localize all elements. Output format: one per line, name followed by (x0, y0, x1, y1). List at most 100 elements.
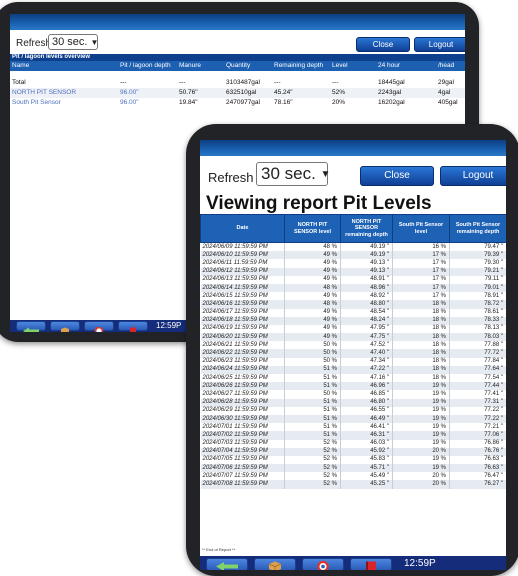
apps-button[interactable] (254, 558, 296, 570)
report-date: 2024/06/15 11:59:59 PM (200, 292, 285, 301)
column-header[interactable]: 24 hour (378, 61, 400, 71)
report-date: 2024/06/18 11:59:59 PM (200, 316, 285, 325)
remaining-depth: --- (274, 79, 281, 86)
column-header[interactable]: NORTH PIT SENSOR level (284, 214, 341, 243)
south-pit-remaining-depth: 76.27 " (449, 480, 506, 489)
table-row: 2024/06/18 11:59:59 PM 49 % 48.24 " 18 % 78.… (200, 316, 506, 325)
per-head: 405gal (438, 99, 458, 106)
table-row: 2024/06/11 11:59:59 PM 49 % 49.13 " 17 % 79.… (200, 259, 506, 268)
south-pit-remaining-depth: 77.64 " (449, 365, 506, 374)
logout-button[interactable]: Logout (414, 37, 465, 52)
table-row: 2024/06/14 11:59:59 PM 48 % 48.96 " 17 % 79.… (200, 283, 506, 293)
back-button[interactable] (16, 321, 46, 332)
pit-depth: --- (120, 79, 127, 86)
back-arrow-icon (23, 327, 39, 332)
table-row: 2024/06/20 11:59:59 PM 49 % 47.75 " 18 % 78.… (200, 333, 506, 342)
table-row: 2024/07/01 11:59:59 PM 51 % 46.41 " 19 % 77.… (200, 423, 506, 432)
south-pit-level: 19 % (392, 423, 450, 432)
north-pit-remaining-depth: 45.49 " (340, 472, 393, 481)
column-header[interactable]: Level (332, 61, 348, 71)
north-pit-level: 49 % (284, 316, 341, 325)
report-date: 2024/06/16 11:59:59 PM (200, 300, 285, 309)
report-date: 2024/06/12 11:59:59 PM (200, 267, 285, 276)
report-date: 2024/06/28 11:59:59 PM (200, 398, 285, 407)
north-pit-remaining-depth: 48.80 " (340, 300, 393, 309)
south-pit-level: 19 % (392, 464, 450, 473)
north-pit-level: 51 % (284, 365, 341, 374)
table-row: 2024/06/09 11:59:59 PM 48 % 49.19 " 16 % 79.… (200, 242, 506, 252)
north-pit-level: 51 % (284, 406, 341, 415)
remaining-depth: 78.16" (274, 99, 293, 106)
per-head: 4gal (438, 89, 451, 96)
column-header[interactable]: Date (200, 214, 285, 243)
report-date: 2024/06/24 11:59:59 PM (200, 365, 285, 374)
refresh-interval-select[interactable]: 30 sec. ▼ (48, 34, 98, 50)
report-date: 2024/06/23 11:59:59 PM (200, 357, 285, 366)
south-pit-level: 19 % (392, 414, 450, 424)
column-header[interactable]: South Pit Sensor level (392, 214, 450, 243)
north-pit-remaining-depth: 45.92 " (340, 447, 393, 456)
north-pit-level: 52 % (284, 480, 341, 489)
help-button[interactable] (84, 321, 114, 332)
back-button[interactable] (206, 558, 248, 570)
last-24-hour: 2243gal (378, 89, 402, 96)
report-date: 2024/06/21 11:59:59 PM (200, 341, 285, 350)
level: 52% (332, 89, 346, 96)
table-row: 2024/07/07 11:59:59 PM 52 % 45.49 " 20 % 76.… (200, 472, 506, 481)
logout-button[interactable]: Logout (440, 166, 506, 186)
book-icon (130, 327, 136, 332)
south-pit-remaining-depth: 77.44 " (449, 382, 506, 391)
sensor-link[interactable]: NORTH PIT SENSOR (12, 88, 76, 98)
south-pit-level: 17 % (392, 259, 450, 268)
report-date: 2024/07/07 11:59:59 PM (200, 472, 285, 481)
column-header[interactable]: /head (438, 61, 454, 71)
section-title: Pit / lagoon levels overview (10, 54, 465, 61)
apps-button[interactable] (50, 321, 80, 332)
manual-button[interactable] (118, 321, 148, 332)
south-pit-remaining-depth: 77.84 " (449, 357, 506, 366)
north-pit-level: 49 % (284, 259, 341, 268)
north-pit-remaining-depth: 47.34 " (340, 357, 393, 366)
south-pit-remaining-depth: 77.06 " (449, 431, 506, 440)
column-header[interactable]: South Pit Sensor remaining depth (449, 214, 506, 243)
pit-depth: 96.00" (120, 99, 139, 106)
table-row: 2024/06/25 11:59:59 PM 51 % 47.16 " 18 % 77.… (200, 374, 506, 383)
column-header[interactable]: Pit / lagoon depth (120, 61, 171, 71)
north-pit-remaining-depth: 49.19 " (340, 251, 393, 260)
column-header[interactable]: Remaining depth (274, 61, 323, 71)
quantity: 632510gal (226, 89, 257, 96)
south-pit-level: 16 % (392, 242, 450, 252)
south-pit-remaining-depth: 79.39 " (449, 251, 506, 260)
sensor-link[interactable]: South Pit Sensor (12, 98, 61, 108)
column-header[interactable]: Name (12, 61, 29, 71)
lifebuoy-icon (94, 326, 104, 332)
taskbar: 12:59P (200, 556, 506, 570)
report-date: 2024/06/09 11:59:59 PM (200, 242, 285, 252)
last-24-hour: 16202gal (378, 99, 405, 106)
refresh-interval-select[interactable]: 30 sec. ▼ (256, 162, 330, 186)
close-button[interactable]: Close (356, 37, 410, 52)
column-header[interactable]: Manure (179, 61, 201, 71)
manual-button[interactable] (350, 558, 392, 570)
clock: 12:59P (404, 558, 436, 569)
north-pit-level: 49 % (284, 267, 341, 276)
report-date: 2024/06/29 11:59:59 PM (200, 406, 285, 415)
south-pit-level: 18 % (392, 349, 450, 358)
north-pit-level: 50 % (284, 349, 341, 358)
north-pit-level: 51 % (284, 431, 341, 440)
column-header[interactable]: Quantity (226, 61, 250, 71)
south-pit-remaining-depth: 77.22 " (449, 406, 506, 415)
south-pit-level: 20 % (392, 480, 450, 489)
north-pit-remaining-depth: 46.03 " (340, 439, 393, 448)
north-pit-remaining-depth: 46.96 " (340, 382, 393, 391)
overview-table-header: Name Pit / lagoon depth Manure Quantity … (10, 61, 465, 71)
north-pit-level: 48 % (284, 242, 341, 252)
north-pit-level: 51 % (284, 414, 341, 424)
help-button[interactable] (302, 558, 344, 570)
close-button[interactable]: Close (360, 166, 434, 186)
quantity: 2470977gal (226, 99, 260, 106)
manure: 50.76" (179, 89, 198, 96)
north-pit-remaining-depth: 48.92 " (340, 292, 393, 301)
column-header[interactable]: NORTH PIT SENSOR remaining depth (340, 214, 393, 243)
remaining-depth: 45.24" (274, 89, 293, 96)
